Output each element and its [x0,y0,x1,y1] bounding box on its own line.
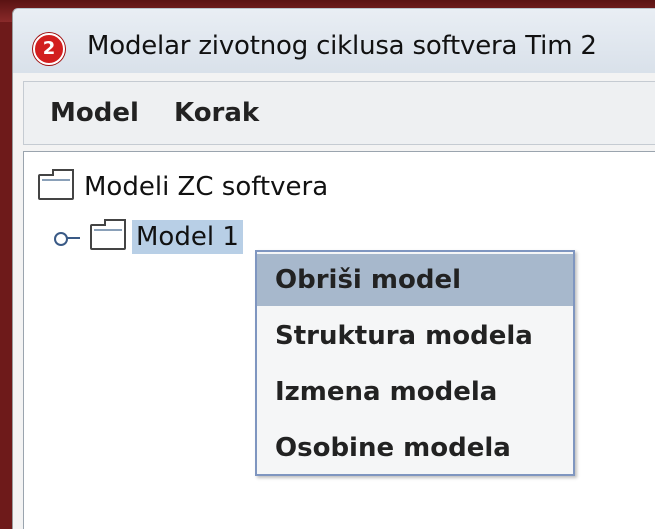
tree-expand-handle-icon[interactable] [54,230,80,246]
folder-icon [90,219,126,250]
tree-child-node[interactable]: Model 1 [54,219,243,254]
window-title: Modelar zivotnog ciklusa softvera Tim 2 [87,31,597,61]
menu-model[interactable]: Model [50,98,139,128]
menu-item-edit-model[interactable]: Izmena modela [257,366,573,418]
tree-root-node[interactable]: Modeli ZC softvera [38,169,329,202]
menu-bar: Model Korak [23,81,655,145]
folder-icon [38,169,74,200]
menu-korak[interactable]: Korak [174,98,259,128]
tree-child-label[interactable]: Model 1 [132,220,243,254]
menu-item-model-structure[interactable]: Struktura modela [257,310,573,362]
menu-item-delete-model[interactable]: Obriši model [257,254,573,306]
tree-root-label: Modeli ZC softvera [84,172,329,202]
context-menu: Obriši model Struktura modela Izmena mod… [255,250,575,476]
title-bar[interactable]: 2 Modelar zivotnog ciklusa softvera Tim … [13,9,655,73]
menu-item-model-properties[interactable]: Osobine modela [257,422,573,474]
app-icon: 2 [33,33,65,65]
